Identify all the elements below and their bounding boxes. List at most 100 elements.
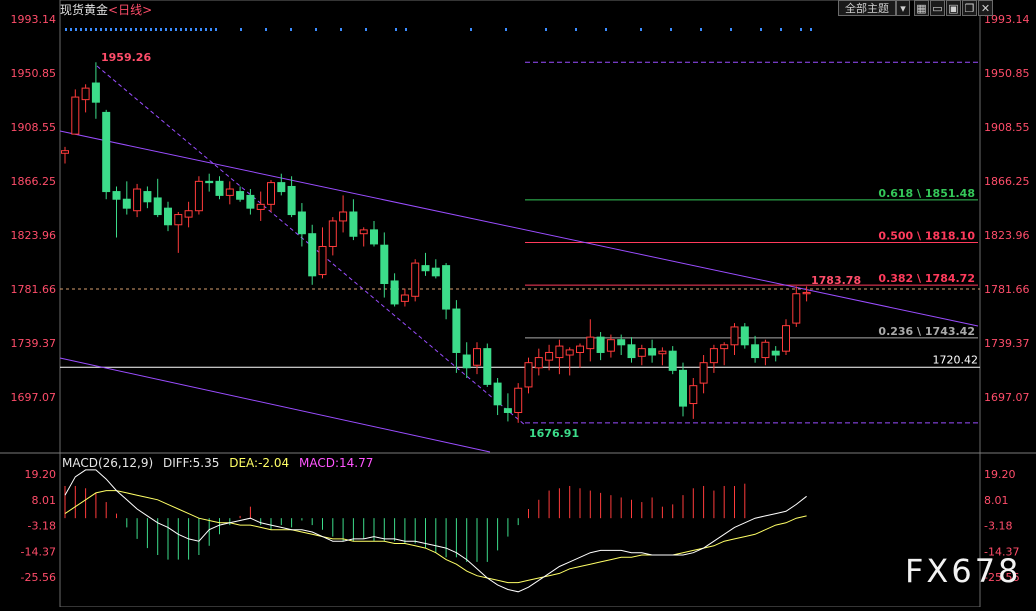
candle-body: [679, 369, 687, 407]
low-annotation: 1676.91: [529, 427, 579, 440]
candle-body: [576, 345, 584, 353]
candle-body: [596, 336, 605, 353]
candle-body: [400, 294, 409, 302]
price-tick-left: 1739.37: [11, 337, 57, 350]
price-tick-left: 1993.14: [11, 13, 57, 26]
candle-body: [606, 339, 615, 352]
theme-button[interactable]: 全部主题: [838, 0, 896, 16]
candle-body: [225, 188, 234, 196]
window-icon[interactable]: ❐: [962, 0, 977, 16]
candle-body: [792, 293, 801, 324]
grid-icon[interactable]: ▦: [914, 0, 929, 16]
candle-body: [771, 350, 780, 356]
marker-dot: [780, 28, 782, 31]
price-tick-right: 1697.07: [984, 391, 1030, 404]
period-close[interactable]: >: [142, 3, 152, 17]
lower-channel-line: [59, 357, 491, 453]
candle-body: [431, 267, 440, 277]
marker-dot: [240, 28, 242, 31]
candle-body: [648, 348, 657, 356]
marker-dot: [155, 28, 157, 31]
marker-dot: [140, 28, 142, 31]
marker-dot: [75, 28, 77, 31]
candle-body: [524, 362, 533, 388]
candle-body: [308, 233, 317, 277]
fib-label: 0.618 \ 1851.48: [878, 187, 975, 200]
zoom-out-icon[interactable]: ▭: [930, 0, 945, 16]
candle-body: [740, 326, 749, 346]
candle-body: [297, 211, 306, 235]
price-tick-left: 1908.55: [11, 121, 57, 134]
period-label[interactable]: 日线: [118, 3, 142, 17]
marker-dot: [760, 28, 762, 31]
candle-body: [370, 229, 378, 245]
price-tick-right: 1781.66: [984, 283, 1030, 296]
marker-dot: [175, 28, 177, 31]
candle-body: [658, 350, 667, 355]
macd-value: MACD:14.77: [298, 456, 374, 470]
dropdown-arrow-icon[interactable]: ▾: [896, 0, 910, 16]
macd-tick-left: -3.18: [28, 520, 56, 533]
candle-body: [442, 265, 451, 310]
marker-dot: [315, 28, 317, 31]
candle-body: [782, 325, 790, 352]
candle-body: [318, 245, 327, 276]
close-icon[interactable]: ✕: [978, 0, 993, 16]
marker-dot: [395, 28, 397, 31]
candle-body: [689, 385, 698, 405]
macd-tick-left: 19.20: [25, 468, 57, 481]
candle-body: [71, 96, 80, 135]
candle-body: [473, 348, 481, 366]
candle-body: [545, 351, 554, 361]
period-open[interactable]: <: [108, 3, 118, 17]
marker-dot: [200, 28, 202, 31]
price-tick-left: 1781.66: [11, 283, 57, 296]
candle-body: [287, 185, 296, 216]
marker-dot: [80, 28, 82, 31]
marker-dot: [115, 28, 117, 31]
candle-body: [730, 326, 739, 346]
marker-dot: [700, 28, 702, 31]
marker-dot: [105, 28, 107, 31]
candle-body: [256, 203, 265, 210]
price-tick-left: 1866.25: [11, 175, 57, 188]
candle-body: [514, 387, 523, 413]
candle-body: [153, 197, 162, 216]
resistance-trendline: [59, 130, 979, 327]
marker-dot: [575, 28, 577, 31]
marker-dot: [170, 28, 172, 31]
marker-dot: [730, 28, 732, 31]
marker-dot: [150, 28, 152, 31]
chart-stage: 0.618 \ 1851.48 0.500 \ 1818.10 0.382 \ 17…: [0, 0, 1036, 608]
marker-dot: [210, 28, 212, 31]
price-tick-left: 1823.96: [11, 229, 57, 242]
marker-dot: [365, 28, 367, 31]
candle-body: [91, 82, 100, 103]
candle-body: [143, 191, 152, 203]
zoom-in-icon[interactable]: ▣: [946, 0, 961, 16]
fib-label: 0.500 \ 1818.10: [878, 230, 975, 243]
marker-dot: [340, 28, 342, 31]
price-tick-left: 1697.07: [11, 391, 57, 404]
candle-body: [483, 348, 492, 385]
candle-body: [359, 229, 368, 235]
marker-dot: [810, 28, 812, 31]
price-tick-right: 1908.55: [984, 121, 1030, 134]
price-tick-right: 1823.96: [984, 229, 1030, 242]
marker-dot: [165, 28, 167, 31]
candle-body: [277, 182, 286, 193]
candle-body: [751, 344, 760, 359]
marker-dot: [470, 28, 472, 31]
marker-dot: [160, 28, 162, 31]
candle-body: [112, 191, 121, 200]
candle-body: [122, 198, 131, 209]
marker-dot: [215, 28, 217, 31]
diff-value: DIFF:5.35: [162, 456, 220, 470]
marker-dot: [265, 28, 267, 31]
macd-tick-left: -25.56: [21, 571, 56, 584]
candle-body: [133, 188, 142, 212]
candle-body: [81, 87, 90, 101]
candle-body: [555, 345, 564, 359]
candle-body: [452, 308, 461, 353]
marker-dot: [405, 28, 407, 31]
